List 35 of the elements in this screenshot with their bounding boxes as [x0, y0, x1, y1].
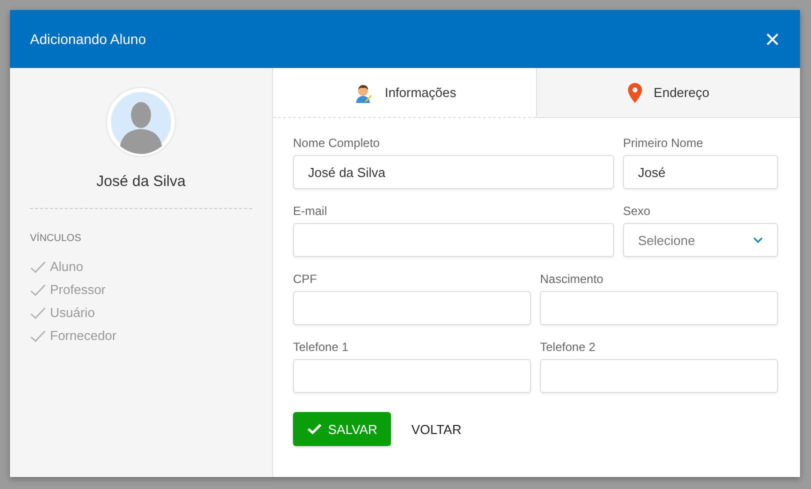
field-label: Primeiro Nome [623, 136, 704, 150]
link-label: Usuário [50, 305, 95, 320]
field-label: Sexo [623, 204, 652, 218]
save-button[interactable]: SALVAR [293, 412, 392, 446]
input-field[interactable]: José da Silva [293, 155, 614, 189]
check-icon [307, 423, 322, 435]
close-button[interactable]: × [762, 26, 782, 52]
avatar-icon [107, 88, 175, 156]
input-field[interactable]: José [623, 155, 778, 189]
section-heading: VÍNCULOS [30, 233, 82, 244]
field-label: Nascimento [540, 272, 604, 286]
field-label: E-mail [293, 204, 328, 218]
link-label: Fornecedor [50, 328, 116, 343]
input-field[interactable] [293, 359, 531, 393]
input-field[interactable] [540, 291, 778, 325]
input-field[interactable] [293, 223, 614, 257]
check-icon[interactable] [30, 306, 46, 318]
field-label: Nome Completo [293, 136, 381, 150]
check-icon[interactable] [30, 330, 46, 342]
profile-name: José da Silva [95, 173, 187, 190]
link-label: Professor [50, 282, 106, 297]
check-icon[interactable] [30, 260, 46, 272]
field-label: CPF [293, 272, 318, 286]
back-button[interactable]: VOLTAR [411, 422, 462, 436]
input-field[interactable] [540, 359, 778, 393]
dialog-title: Adicionando Aluno [30, 31, 146, 47]
map-pin-icon [628, 82, 642, 102]
field-label: Telefone 2 [540, 340, 596, 354]
tab[interactable]: Endereço [536, 68, 800, 118]
select-field[interactable]: Selecione [623, 223, 778, 257]
link-label: Aluno [50, 259, 84, 274]
chevron-down-icon [753, 237, 763, 243]
field-label: Telefone 1 [293, 340, 350, 354]
check-icon[interactable] [30, 284, 46, 296]
input-field[interactable] [293, 291, 531, 325]
